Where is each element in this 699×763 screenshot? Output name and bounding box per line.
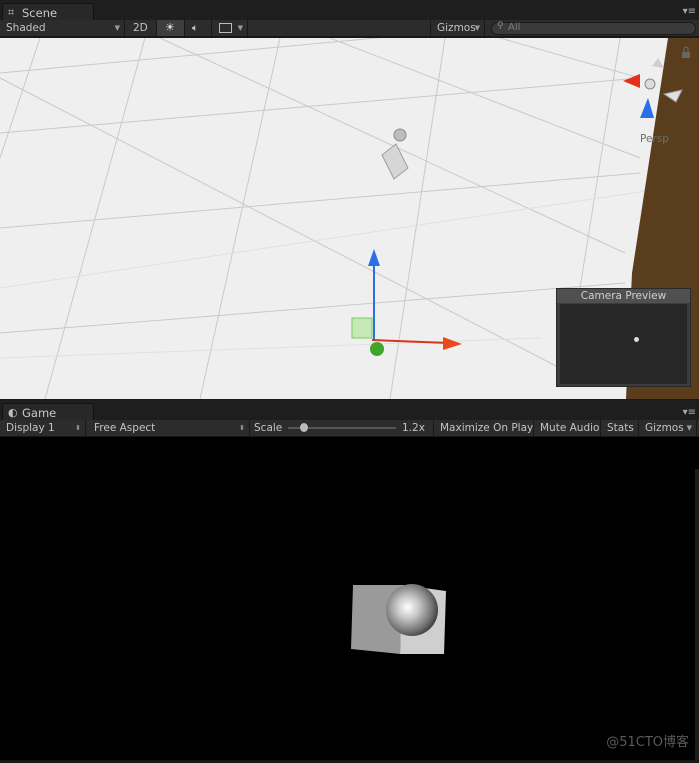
chevron-down-icon: ▼ (237, 24, 243, 32)
2d-label: 2D (133, 22, 148, 34)
game-menu-icon[interactable]: ▾≡ (683, 407, 696, 418)
hierarchy-search-input[interactable]: ⚲ All (491, 21, 696, 35)
maximize-on-play-toggle[interactable]: Maximize On Play (433, 420, 534, 436)
camera-preview-view (560, 304, 687, 384)
scale-value: 1.2x (402, 422, 425, 434)
scale-label: Scale (254, 422, 283, 434)
sphere-object[interactable] (386, 584, 438, 636)
scene-gizmos-dropdown[interactable]: Gizmos ▼ (430, 20, 485, 36)
chevron-down-icon: ▼ (686, 424, 692, 432)
mute-label: Mute Audio (540, 422, 600, 434)
aspect-label: Free Aspect (94, 422, 156, 434)
move-gizmo[interactable] (351, 249, 462, 356)
camera-preview-title: Camera Preview (557, 289, 690, 303)
game-gizmos-dropdown[interactable]: Gizmos ▼ (639, 420, 697, 436)
effects-dropdown[interactable]: ▼ (212, 20, 248, 36)
aspect-dropdown[interactable]: Free Aspect ⬍ (86, 420, 250, 436)
game-tab[interactable]: ◐ Game (2, 403, 94, 420)
chevron-down-icon: ▼ (474, 24, 480, 32)
mute-audio-toggle[interactable]: Mute Audio (534, 420, 601, 436)
persp-label[interactable]: Persp (640, 133, 669, 145)
gizmos-label: Gizmos (437, 22, 476, 34)
search-icon: ⚲ (497, 21, 504, 31)
stepper-icon: ⬍ (75, 424, 81, 432)
audio-icon: 🔈︎ (192, 22, 199, 34)
scene-grid-icon: ⌗ (8, 6, 15, 19)
scene-tab-bar: ⌗ Scene ▾≡ (0, 0, 699, 20)
sun-icon: ☀ (165, 21, 175, 34)
camera-object[interactable] (381, 128, 409, 180)
search-placeholder: All (508, 22, 521, 33)
game-scroll-strip (695, 469, 699, 760)
watermark: @51CTO博客 (606, 735, 689, 750)
chevron-down-icon: ▼ (114, 24, 120, 32)
image-icon (219, 23, 232, 33)
gizmos-label: Gizmos (645, 422, 684, 434)
preview-sphere (634, 337, 639, 342)
scene-viewport[interactable]: Persp Camera Preview (0, 38, 699, 399)
scale-slider-thumb[interactable] (300, 423, 308, 432)
camera-preview-panel: Camera Preview (556, 288, 691, 387)
stats-label: Stats (607, 422, 634, 434)
shading-mode-label: Shaded (6, 22, 46, 34)
game-icon: ◐ (8, 406, 18, 419)
scene-menu-icon[interactable]: ▾≡ (683, 6, 696, 17)
maximize-label: Maximize On Play (440, 422, 534, 434)
scene-toolbar: Shaded ▼ 2D ☀ 🔈︎ ▼ Gizmos ▼ ⚲ All (0, 20, 699, 37)
scene-tab[interactable]: ⌗ Scene (2, 3, 94, 20)
game-canvas (351, 584, 446, 654)
game-tab-bar: ◐ Game ▾≡ (0, 400, 699, 420)
shading-mode-dropdown[interactable]: Shaded ▼ (0, 20, 125, 36)
stepper-icon: ⬍ (239, 424, 245, 432)
game-toolbar: Display 1 ⬍ Free Aspect ⬍ Scale 1.2x Max… (0, 420, 699, 437)
stats-toggle[interactable]: Stats (601, 420, 639, 436)
display-dropdown[interactable]: Display 1 ⬍ (0, 420, 86, 436)
scene-tab-label: Scene (22, 6, 58, 20)
game-view[interactable] (0, 437, 699, 760)
game-tab-label: Game (22, 406, 57, 420)
2d-toggle-button[interactable]: 2D (125, 20, 157, 36)
display-label: Display 1 (6, 422, 55, 434)
audio-toggle-button[interactable]: 🔈︎ (185, 20, 212, 36)
lighting-toggle-button[interactable]: ☀ (157, 20, 185, 36)
